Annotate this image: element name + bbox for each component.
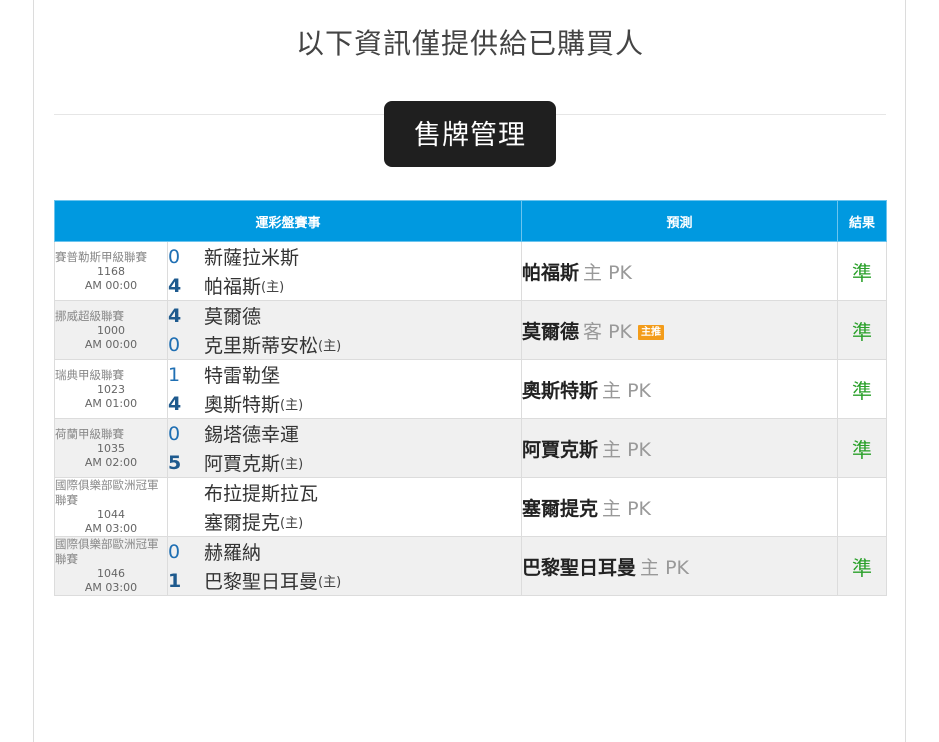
header-game: 運彩盤賽事 bbox=[53, 200, 523, 242]
result-cell: 準 bbox=[837, 241, 888, 301]
pick-side: 主 PK bbox=[602, 379, 651, 402]
teams-cell: 1 特雷勒堡 4 奧斯特斯 (主) bbox=[166, 359, 523, 419]
game-code: 1000 bbox=[97, 323, 125, 337]
table-row: 挪威超級聯賽 1000 AM 00:00 4 莫爾德 0 克里斯蒂安松 (主) 莫… bbox=[54, 300, 888, 360]
games-table: 運彩盤賽事 預測 結果 賽普勒斯甲級聯賽 1168 AM 00:00 0 新薩拉… bbox=[53, 200, 888, 596]
table-header-row: 運彩盤賽事 預測 結果 bbox=[53, 200, 888, 242]
game-time: AM 00:00 bbox=[84, 278, 138, 292]
pick-side: 主 PK bbox=[640, 556, 689, 579]
home-team: 帕福斯 bbox=[204, 276, 262, 298]
league-name: 荷蘭甲級聯賽 bbox=[55, 426, 124, 441]
result-cell: 準 bbox=[837, 418, 888, 478]
away-team: 特雷勒堡 bbox=[204, 365, 281, 387]
away-team: 布拉提斯拉瓦 bbox=[204, 483, 319, 505]
game-code: 1044 bbox=[97, 508, 125, 521]
game-code: 1035 bbox=[97, 441, 125, 455]
teams-cell: 0 新薩拉米斯 4 帕福斯 (主) bbox=[166, 241, 523, 301]
game-time: AM 01:00 bbox=[84, 396, 138, 410]
home-team: 克里斯蒂安松 bbox=[204, 335, 319, 357]
section-tag: 售牌管理 bbox=[384, 101, 556, 167]
header-prediction: 預測 bbox=[521, 200, 839, 242]
table-row: 國際俱樂部歐洲冠軍聯賽 1046 AM 03:00 0 赫羅納 1 巴黎聖日耳曼… bbox=[54, 536, 888, 596]
prediction-cell: 莫爾德客 PK 主推 bbox=[521, 300, 839, 360]
game-code: 1023 bbox=[97, 382, 125, 396]
away-team: 新薩拉米斯 bbox=[204, 247, 300, 269]
table-row: 國際俱樂部歐洲冠軍聯賽 1044 AM 03:00 布拉提斯拉瓦 塞爾提克 (主)… bbox=[54, 477, 888, 537]
league-cell: 國際俱樂部歐洲冠軍聯賽 1044 AM 03:00 bbox=[54, 477, 168, 537]
home-marker: (主) bbox=[261, 280, 285, 295]
prediction-cell: 帕福斯主 PK bbox=[521, 241, 839, 301]
prediction-cell: 奧斯特斯主 PK bbox=[521, 359, 839, 419]
prediction-cell: 巴黎聖日耳曼主 PK bbox=[521, 536, 839, 596]
league-name: 挪威超級聯賽 bbox=[55, 308, 124, 323]
pick-side: 主 PK bbox=[602, 438, 651, 461]
league-cell: 賽普勒斯甲級聯賽 1168 AM 00:00 bbox=[54, 241, 168, 301]
table-row: 瑞典甲級聯賽 1023 AM 01:00 1 特雷勒堡 4 奧斯特斯 (主) 奧斯… bbox=[54, 359, 888, 419]
home-marker: (主) bbox=[318, 575, 342, 590]
away-score: 0 bbox=[168, 540, 181, 563]
teams-cell: 布拉提斯拉瓦 塞爾提克 (主) bbox=[166, 477, 523, 537]
away-score: 0 bbox=[168, 422, 181, 445]
pick-team: 塞爾提克 bbox=[522, 497, 599, 520]
away-team: 錫塔德幸運 bbox=[204, 424, 300, 446]
pick-team: 巴黎聖日耳曼 bbox=[522, 556, 637, 579]
game-code: 1046 bbox=[97, 567, 125, 580]
league-name: 國際俱樂部歐洲冠軍聯賽 bbox=[55, 478, 159, 507]
league-cell: 挪威超級聯賽 1000 AM 00:00 bbox=[54, 300, 168, 360]
home-score: 5 bbox=[168, 451, 182, 474]
purchaser-notice: 以下資訊僅提供給已購買人 bbox=[295, 27, 644, 60]
league-cell: 荷蘭甲級聯賽 1035 AM 02:00 bbox=[54, 418, 168, 478]
header-result: 結果 bbox=[837, 200, 888, 242]
home-marker: (主) bbox=[318, 339, 342, 354]
table-row: 荷蘭甲級聯賽 1035 AM 02:00 0 錫塔德幸運 5 阿賈克斯 (主) 阿… bbox=[54, 418, 888, 478]
result-cell: 準 bbox=[837, 536, 888, 596]
league-name: 國際俱樂部歐洲冠軍聯賽 bbox=[55, 537, 159, 566]
home-team: 塞爾提克 bbox=[204, 512, 281, 534]
home-score: 4 bbox=[168, 392, 182, 415]
home-marker: (主) bbox=[280, 457, 304, 472]
home-score: 0 bbox=[168, 333, 181, 356]
home-team: 阿賈克斯 bbox=[204, 453, 281, 475]
away-score: 1 bbox=[168, 363, 181, 386]
game-time: AM 03:00 bbox=[84, 581, 138, 594]
teams-cell: 0 錫塔德幸運 5 阿賈克斯 (主) bbox=[166, 418, 523, 478]
away-score: 4 bbox=[168, 304, 182, 327]
game-time: AM 02:00 bbox=[84, 455, 138, 469]
pick-side: 主 PK bbox=[583, 261, 632, 284]
pick-side: 主 PK bbox=[602, 497, 651, 520]
away-team: 赫羅納 bbox=[204, 542, 262, 564]
league-name: 瑞典甲級聯賽 bbox=[55, 367, 124, 382]
league-cell: 國際俱樂部歐洲冠軍聯賽 1046 AM 03:00 bbox=[54, 536, 168, 596]
home-score: 1 bbox=[168, 569, 182, 592]
home-marker: (主) bbox=[280, 516, 304, 531]
teams-cell: 0 赫羅納 1 巴黎聖日耳曼 (主) bbox=[166, 536, 523, 596]
home-score: 4 bbox=[168, 274, 182, 297]
pick-team: 阿賈克斯 bbox=[522, 438, 599, 461]
home-marker: (主) bbox=[280, 398, 304, 413]
pick-team: 帕福斯 bbox=[522, 261, 580, 284]
right-border bbox=[905, 0, 906, 742]
home-team: 奧斯特斯 bbox=[204, 394, 281, 416]
result-cell: 準 bbox=[837, 359, 888, 419]
featured-badge: 主推 bbox=[638, 324, 664, 340]
result-cell: 準 bbox=[837, 300, 888, 360]
away-score: 0 bbox=[168, 245, 181, 268]
teams-cell: 4 莫爾德 0 克里斯蒂安松 (主) bbox=[166, 300, 523, 360]
prediction-cell: 塞爾提克主 PK bbox=[521, 477, 839, 537]
league-cell: 瑞典甲級聯賽 1023 AM 01:00 bbox=[54, 359, 168, 419]
game-time: AM 03:00 bbox=[84, 522, 138, 535]
pick-team: 莫爾德 bbox=[522, 320, 580, 343]
league-name: 賽普勒斯甲級聯賽 bbox=[55, 249, 147, 264]
pick-side: 客 PK bbox=[583, 320, 632, 343]
game-time: AM 00:00 bbox=[84, 337, 138, 351]
result-cell bbox=[837, 477, 888, 537]
prediction-cell: 阿賈克斯主 PK bbox=[521, 418, 839, 478]
home-team: 巴黎聖日耳曼 bbox=[204, 571, 319, 593]
game-code: 1168 bbox=[97, 264, 125, 278]
left-border bbox=[33, 0, 34, 742]
away-team: 莫爾德 bbox=[204, 306, 262, 328]
table-row: 賽普勒斯甲級聯賽 1168 AM 00:00 0 新薩拉米斯 4 帕福斯 (主) … bbox=[54, 241, 888, 301]
pick-team: 奧斯特斯 bbox=[522, 379, 599, 402]
